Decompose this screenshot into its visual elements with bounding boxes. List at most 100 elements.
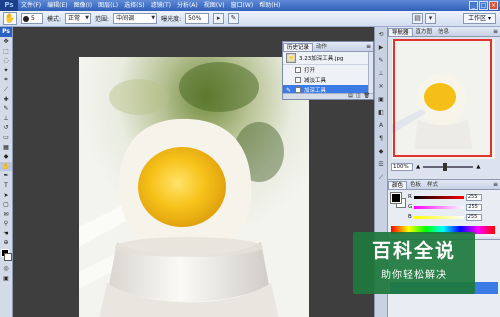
clone-source-dock-icon[interactable]: ⊥ [375,68,387,79]
history-brush-tool-icon[interactable]: ↺ [0,123,12,133]
brush-preset-picker[interactable]: 5 [21,13,43,24]
panel-menu-icon[interactable]: ≡ [366,43,371,50]
actions-dock-icon[interactable]: ▶ [375,42,387,53]
zoom-slider-knob[interactable] [443,163,448,171]
history-scrollbar[interactable] [368,52,373,95]
zoom-out-icon[interactable]: ▲ [416,164,420,170]
tools-dock-icon[interactable]: ✕ [375,81,387,92]
red-slider[interactable] [413,195,464,199]
zoom-tool-icon[interactable]: ⊕ [0,238,12,248]
character-dock-icon[interactable]: A [375,120,387,131]
egg-photo [79,57,309,317]
slice-tool-icon[interactable]: ⟋ [0,85,12,95]
move-tool-icon[interactable]: ✥ [0,37,12,47]
menu-analysis[interactable]: 分析(A) [174,0,201,11]
minimize-icon[interactable]: _ [469,1,478,10]
history-step[interactable]: 打开 [283,65,373,75]
tab-histogram[interactable]: 直方图 [413,28,436,36]
color-slider-r[interactable]: R 255 [408,193,498,201]
blue-slider[interactable] [413,215,464,219]
trash-icon[interactable]: 🗑 [364,94,370,99]
burn-tool-icon[interactable]: ✋ [0,161,12,172]
eraser-tool-icon[interactable]: ▭ [0,133,12,143]
pen-tool-icon[interactable]: ✒ [0,171,12,181]
tab-info[interactable]: 信息 [435,28,452,36]
marquee-tool-icon[interactable]: ⬚ [0,47,12,57]
shape-tool-icon[interactable]: ▢ [0,200,12,210]
quick-mask-icon[interactable]: ◎ [0,264,12,274]
menu-help[interactable]: 帮助(H) [256,0,283,11]
eyedropper-tool-icon[interactable]: ⚲ [0,219,12,229]
snapshot-icon[interactable]: ◫ [356,94,361,99]
menu-layer[interactable]: 图层(L) [95,0,121,11]
hand-tool-icon[interactable]: ☚ [0,229,12,239]
color-slider-b[interactable]: B 255 [408,213,498,221]
tab-actions[interactable]: 动作 [313,43,330,51]
range-select[interactable]: 中间调 ▼ [113,13,158,24]
foreground-color[interactable] [390,192,402,204]
brush-tool-icon[interactable]: ✎ [0,104,12,114]
crop-tool-icon[interactable]: ⌗ [0,75,12,85]
type-tool-icon[interactable]: T [0,181,12,191]
document-image[interactable] [79,57,309,317]
magic-wand-tool-icon[interactable]: ✦ [0,66,12,76]
channels-dock-icon[interactable]: ☰ [375,159,387,170]
color-slider-g[interactable]: G 255 [408,203,498,211]
gradient-tool-icon[interactable]: ▦ [0,143,12,153]
paths-dock-icon[interactable]: ⟋ [375,172,387,183]
panel-menu-icon[interactable]: ≡ [493,28,498,35]
brushes-dock-icon[interactable]: ✎ [375,55,387,66]
blue-value[interactable]: 255 [465,213,482,221]
notes-tool-icon[interactable]: ✉ [0,210,12,220]
zoom-in-icon[interactable]: ▲ [476,164,480,170]
menu-file[interactable]: 文件(F) [18,0,44,11]
blur-tool-icon[interactable]: ◆ [0,152,12,162]
maximize-icon[interactable]: □ [479,1,488,10]
green-slider[interactable] [414,205,465,209]
background-color[interactable] [4,253,12,262]
zoom-slider[interactable] [423,163,474,171]
layer-comps-dock-icon[interactable]: ◧ [375,107,387,118]
color-swatches[interactable] [0,248,12,264]
tab-navigator[interactable]: 导航器 [388,28,413,36]
airbrush-icon[interactable]: ✎ [228,13,240,24]
panel-menu-icon[interactable]: ≡ [493,181,498,188]
paragraph-dock-icon[interactable]: ¶ [375,133,387,144]
mode-select[interactable]: 正常 ▼ [65,13,92,24]
exposure-slider-icon[interactable]: ▸ [213,13,225,24]
navigator-view-box[interactable] [393,39,492,157]
tab-styles[interactable]: 样式 [424,181,441,189]
burn-tool-icon[interactable]: ✋ [3,12,17,25]
green-value[interactable]: 255 [466,203,483,211]
navigator-preview[interactable] [392,39,495,159]
exposure-input[interactable]: 50% [185,13,210,24]
screen-mode-icon[interactable]: ▣ [0,274,12,284]
menu-edit[interactable]: 编辑(E) [44,0,70,11]
brushes-panel-icon[interactable]: ▤ [412,13,423,24]
tool-preset-icon[interactable]: ▾ [425,13,436,24]
new-document-icon[interactable]: ▤ [348,94,353,99]
lasso-tool-icon[interactable]: ◌ [0,56,12,66]
history-dock-icon[interactable]: ⟲ [375,29,387,40]
close-icon[interactable]: × [489,1,498,10]
info-dock-icon[interactable]: ▣ [375,94,387,105]
tab-color[interactable]: 颜色 [388,181,408,189]
tab-history[interactable]: 历史记录 [283,43,314,51]
path-select-tool-icon[interactable]: ➤ [0,191,12,201]
menu-filter[interactable]: 滤镜(T) [148,0,174,11]
history-snapshot[interactable]: 3.23加深工具.jpg [283,52,373,65]
history-step[interactable]: 减淡工具 [283,75,373,85]
color-body: R 255 G 255 B 255 [388,190,500,238]
menu-select[interactable]: 选择(S) [121,0,148,11]
workspace-button[interactable]: 工作区 ▾ [463,13,496,24]
healing-tool-icon[interactable]: ✚ [0,95,12,105]
tab-swatches[interactable]: 色板 [407,181,424,189]
menu-view[interactable]: 视图(V) [201,0,228,11]
red-value[interactable]: 255 [465,193,482,201]
zoom-input[interactable]: 100% [391,163,413,171]
exposure-label: 曝光度: [161,16,182,23]
menu-image[interactable]: 图像(I) [71,0,95,11]
stamp-tool-icon[interactable]: ⊥ [0,114,12,124]
styles-dock-icon[interactable]: ◆ [375,146,387,157]
menu-window[interactable]: 窗口(W) [228,0,257,11]
